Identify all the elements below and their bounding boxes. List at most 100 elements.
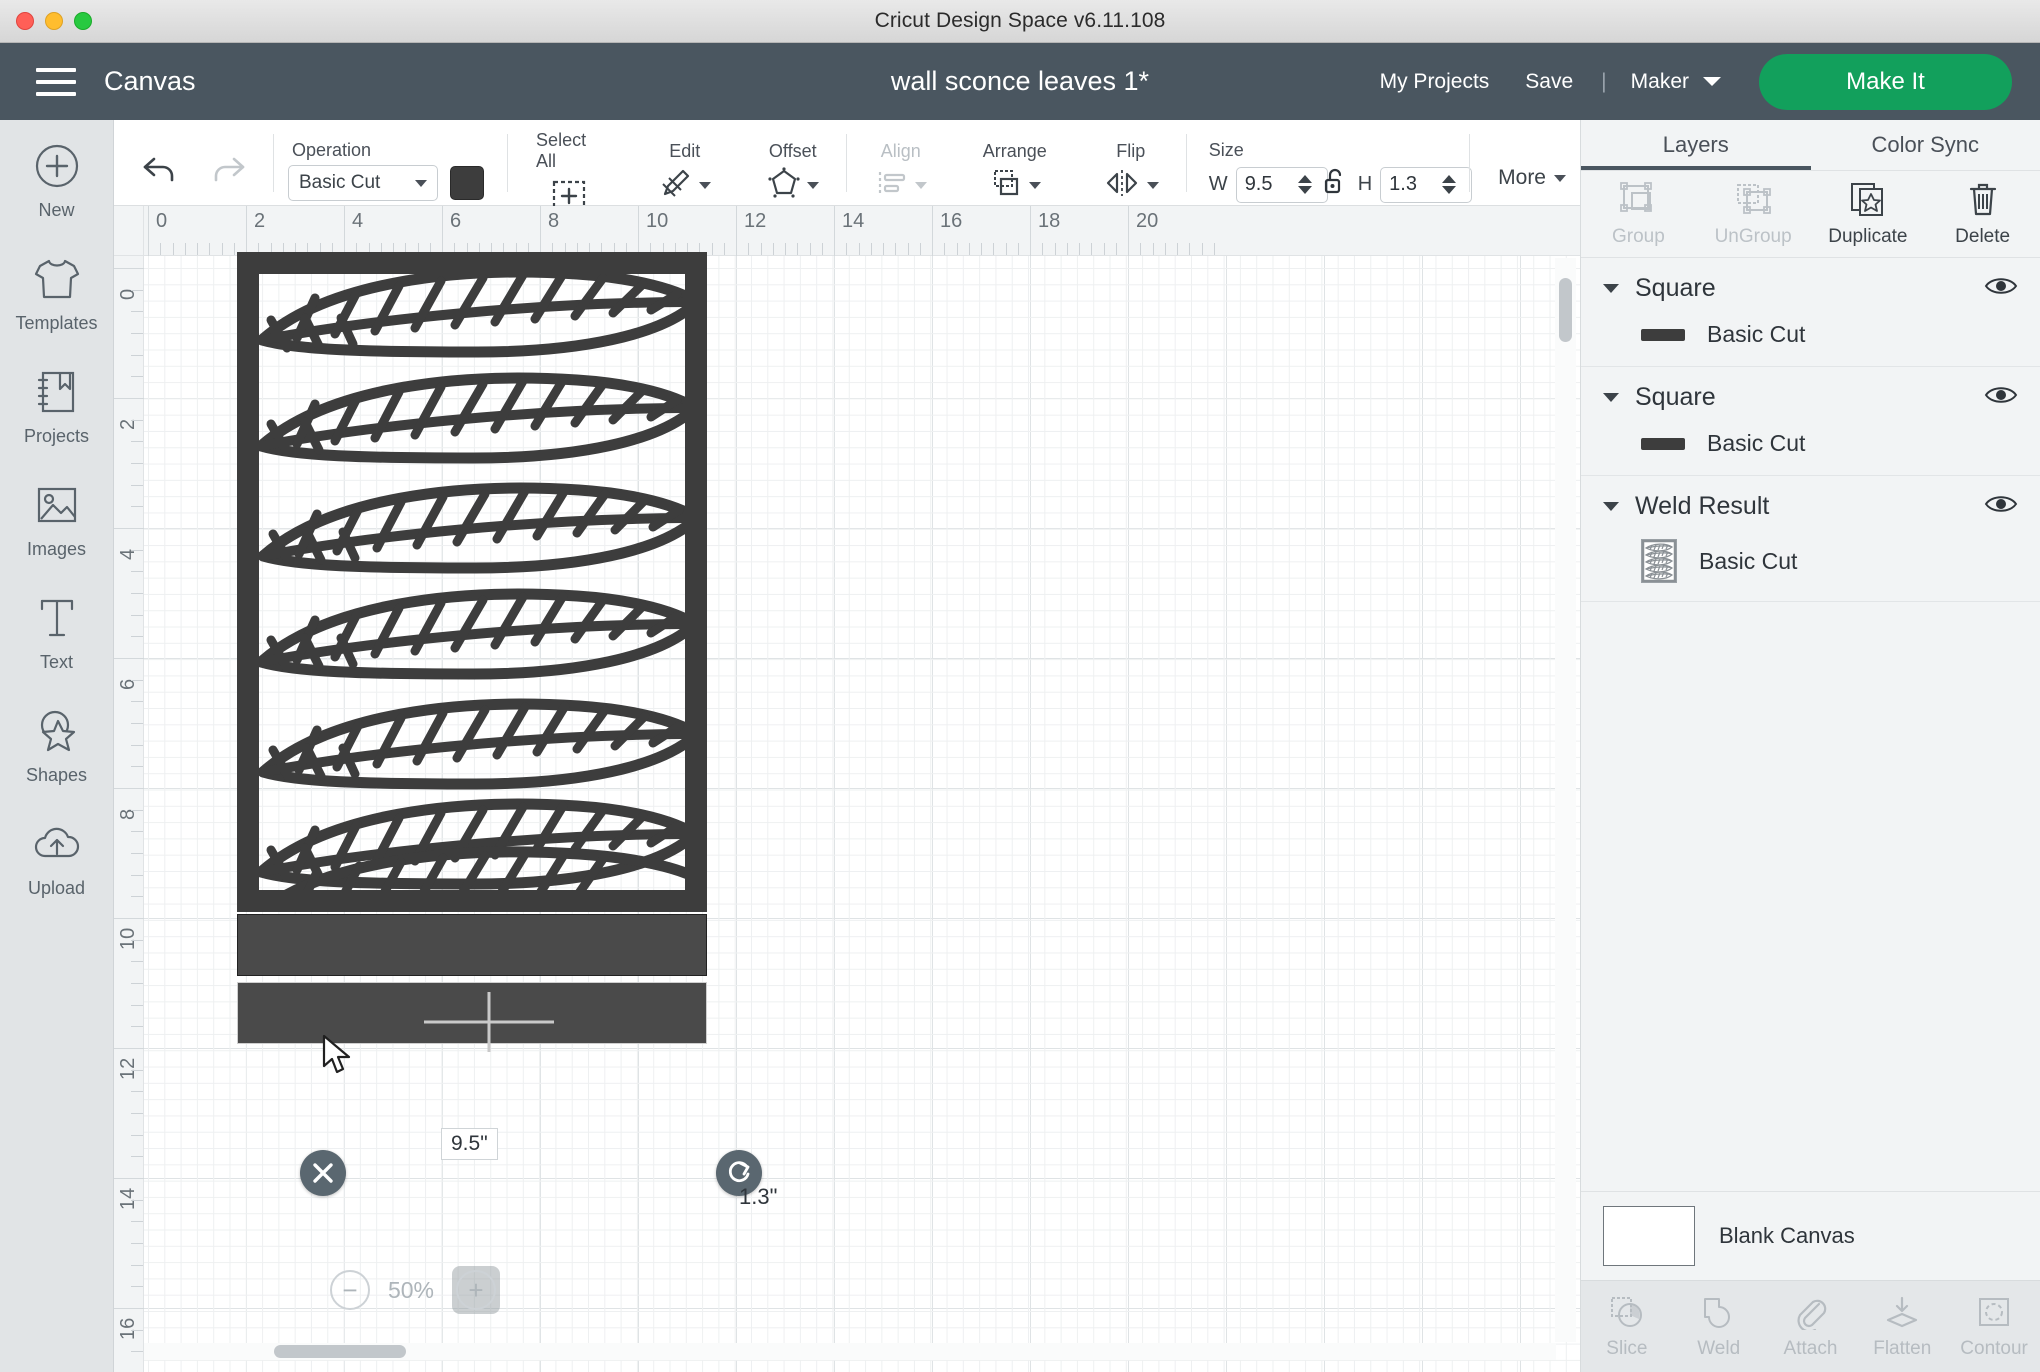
contour-button[interactable]: Contour (1948, 1281, 2040, 1372)
blank-canvas-thumbnail[interactable] (1603, 1206, 1695, 1266)
ruler-tick-minor (185, 243, 186, 255)
ruler-tick-minor (131, 961, 143, 962)
layer-header[interactable]: Weld Result (1581, 492, 2040, 521)
horizontal-scrollbar-thumb[interactable] (274, 1345, 406, 1358)
layer-row-weld-result[interactable]: Weld Result (1581, 476, 2040, 602)
visibility-eye-icon[interactable] (1984, 383, 2018, 412)
tab-layers[interactable]: Layers (1581, 120, 1811, 170)
width-stepper[interactable] (1298, 175, 1312, 194)
my-projects-link[interactable]: My Projects (1362, 70, 1508, 94)
weld-button[interactable]: Weld (1673, 1281, 1765, 1372)
attach-label: Attach (1784, 1338, 1838, 1360)
group-button[interactable]: Group (1581, 171, 1696, 257)
zoom-out-button[interactable]: − (330, 1270, 370, 1310)
layer-row-square-2[interactable]: Square Basic Cut (1581, 367, 2040, 476)
ruler-tick-minor (785, 243, 786, 255)
contour-label: Contour (1960, 1338, 2028, 1360)
visibility-eye-icon[interactable] (1984, 492, 2018, 521)
operation-color-swatch[interactable] (450, 166, 484, 200)
chevron-down-icon[interactable] (1603, 502, 1619, 511)
attach-button[interactable]: Attach (1765, 1281, 1857, 1372)
sidebar-item-new[interactable]: New (0, 138, 114, 221)
selected-square-1[interactable] (237, 914, 707, 976)
selection-crosshair (424, 992, 554, 1052)
arrange-button[interactable]: Arrange (969, 135, 1061, 206)
chevron-down-icon[interactable] (699, 182, 711, 189)
ruler-tick-major (114, 398, 144, 399)
design-canvas[interactable]: 02468101214161820 0246810121416 (114, 206, 1580, 1372)
undo-icon[interactable] (140, 153, 182, 192)
offset-button[interactable]: Offset (753, 135, 833, 206)
zoom-in-button[interactable]: + (456, 1270, 496, 1310)
sidebar-item-templates[interactable]: Templates (0, 251, 114, 334)
make-it-button[interactable]: Make It (1759, 54, 2012, 110)
save-button[interactable]: Save (1507, 70, 1591, 94)
ruler-tick-major (114, 918, 144, 919)
visibility-eye-icon[interactable] (1984, 274, 2018, 303)
canvas-background-row[interactable]: Blank Canvas (1581, 1191, 2040, 1280)
sidebar-item-projects[interactable]: Projects (0, 364, 114, 447)
sidebar-item-upload[interactable]: Upload (0, 816, 114, 899)
machine-selector[interactable]: Maker (1617, 70, 1735, 94)
chevron-down-icon[interactable] (1603, 284, 1619, 293)
delete-selection-handle[interactable] (300, 1150, 346, 1196)
slice-button[interactable]: Slice (1581, 1281, 1673, 1372)
sidebar-item-text[interactable]: Text (0, 590, 114, 673)
delete-button[interactable]: Delete (1925, 171, 2040, 257)
sidebar-item-shapes[interactable]: Shapes (0, 703, 114, 786)
chevron-down-icon (915, 182, 927, 189)
ruler-tick-minor (1079, 243, 1080, 255)
hamburger-icon[interactable] (36, 68, 76, 96)
width-input[interactable]: 9.5 (1236, 167, 1328, 203)
height-input[interactable]: 1.3 (1380, 167, 1472, 203)
chevron-down-icon[interactable] (1603, 393, 1619, 402)
canvas-grid[interactable]: 9.5" 1.3" − 50% + (144, 256, 1580, 1372)
tab-color-sync[interactable]: Color Sync (1811, 120, 2040, 170)
ruler-tick-minor (131, 506, 143, 507)
layer-header[interactable]: Square (1581, 274, 2040, 303)
layer-row-square-1[interactable]: Square Basic Cut (1581, 258, 2040, 367)
ruler-tick-minor (131, 766, 143, 767)
duplicate-button[interactable]: Duplicate (1811, 171, 1926, 257)
height-stepper[interactable] (1442, 175, 1456, 194)
left-sidebar: New Templates Projects Images Text (0, 120, 114, 1372)
layer-child[interactable]: Basic Cut (1581, 303, 2040, 348)
ungroup-button[interactable]: UnGroup (1696, 171, 1811, 257)
chevron-down-icon[interactable] (807, 182, 819, 189)
sidebar-item-images[interactable]: Images (0, 477, 114, 560)
ruler-tick-major (736, 206, 737, 256)
tshirt-icon (29, 251, 85, 307)
panel-tabs: Layers Color Sync (1581, 120, 2040, 170)
edit-group: Edit (631, 120, 739, 206)
ruler-label: 10 (646, 210, 668, 233)
chevron-down-icon[interactable] (1147, 182, 1159, 189)
align-button[interactable]: Align (861, 135, 941, 206)
layer-header[interactable]: Square (1581, 383, 2040, 412)
edit-button[interactable]: Edit (645, 135, 725, 206)
aspect-lock-button[interactable] (1318, 165, 1352, 204)
redo-icon[interactable] (206, 153, 248, 192)
flatten-button[interactable]: Flatten (1856, 1281, 1948, 1372)
ruler-tick-major (114, 268, 144, 269)
ruler-tick-minor (1104, 243, 1105, 255)
flip-button[interactable]: Flip (1089, 135, 1173, 206)
ruler-tick-minor (1189, 243, 1190, 255)
more-button[interactable]: More (1498, 166, 1566, 190)
chevron-down-icon[interactable] (1029, 182, 1041, 189)
layer-child[interactable]: Basic Cut (1581, 521, 2040, 583)
operation-label: Operation (292, 140, 371, 161)
ruler-tick-minor (131, 1070, 143, 1071)
select-all-button[interactable]: Select All (522, 124, 617, 216)
ruler-tick-minor (810, 243, 811, 255)
layer-color-line (1641, 329, 1685, 341)
ruler-tick-minor (131, 1135, 143, 1136)
chevron-down-icon (1703, 77, 1721, 86)
vertical-scrollbar-thumb[interactable] (1559, 278, 1572, 342)
layer-child[interactable]: Basic Cut (1581, 412, 2040, 457)
operation-select[interactable]: Basic Cut (288, 165, 438, 201)
wall-sconce-leaf-panel[interactable] (237, 252, 707, 912)
vertical-scrollbar-track[interactable] (1555, 258, 1576, 1342)
arrange-group: Arrange (955, 120, 1075, 206)
flip-group: Flip (1075, 120, 1187, 206)
ruler-tick-major (1128, 206, 1129, 256)
